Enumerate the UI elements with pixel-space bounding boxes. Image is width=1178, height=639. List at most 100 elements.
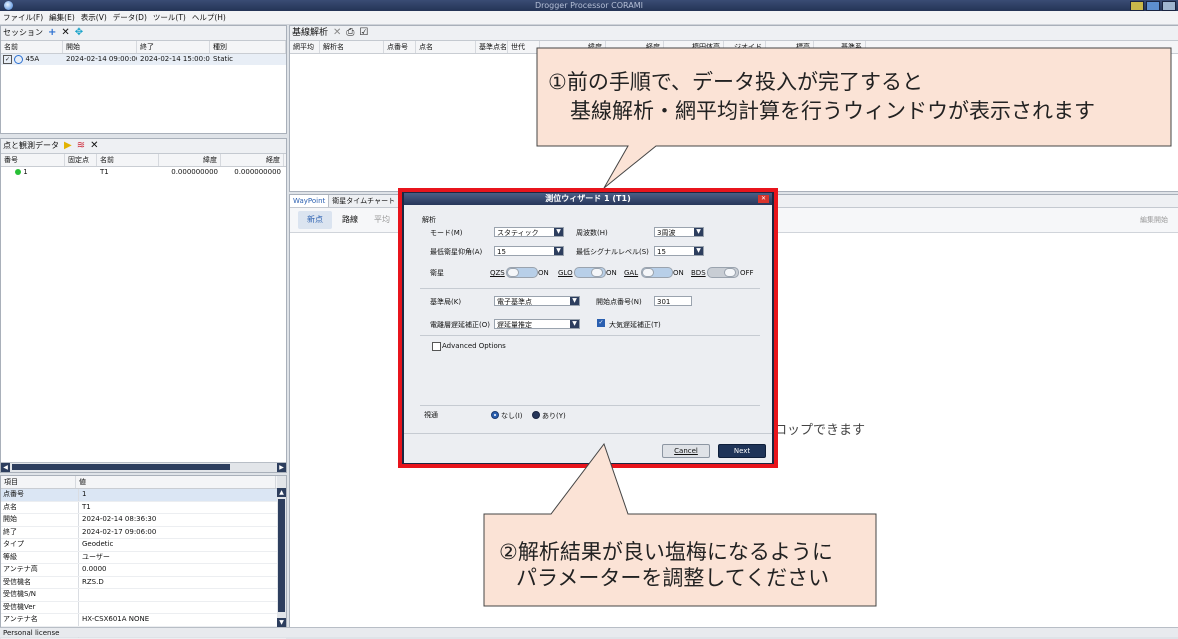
col-start[interactable]: 開始 [63,41,137,53]
maximize-icon[interactable] [1146,1,1160,11]
tab-waypoint[interactable]: WayPoint [290,195,329,207]
point-number: 1 [23,168,27,176]
col-value[interactable]: 値 [76,476,276,488]
frequency-select[interactable]: 3周波▼ [654,227,704,237]
property-row[interactable]: タイプGeodetic [1,539,286,552]
subtab-new[interactable]: 新点 [298,211,332,229]
property-row[interactable]: 点番号1 [1,489,286,502]
property-row[interactable]: 終了2024-02-17 09:06:00 [1,527,286,540]
ionosphere-select[interactable]: 遅延量推定▼ [494,319,580,329]
menu-tools[interactable]: ツール(T) [150,11,189,24]
col-lon[interactable]: 経度 [221,154,284,166]
property-row[interactable]: 点名T1 [1,502,286,515]
sat-qzs-toggle[interactable] [506,267,538,278]
frequency-label: 周波数(H) [576,228,608,238]
property-value: 2024-02-17 09:06:00 [79,527,156,539]
scroll-thumb[interactable] [12,464,230,470]
edit-start-button[interactable]: 編集開始 [1140,211,1168,229]
menu-edit[interactable]: 編集(E) [46,11,78,24]
delete-point-icon[interactable]: ✕ [90,141,98,151]
horizontal-scrollbar[interactable]: ◀ ▶ [1,462,286,472]
frequency-value: 3周波 [657,229,675,237]
menu-help[interactable]: ヘルプ(H) [189,11,229,24]
callout-one-line2: 基線解析・網平均計算を行うウィンドウが表示されます [570,95,1095,125]
vertical-scrollbar[interactable]: ▲ ▼ [277,476,286,627]
print-icon[interactable]: ⎙ [346,28,354,38]
property-row[interactable]: 等級ユーザー [1,552,286,565]
property-value: T1 [79,502,91,514]
ionosphere-value: 遅延量推定 [497,321,532,329]
divider [420,288,760,289]
menu-bar: ファイル(F) 編集(E) 表示(V) データ(D) ツール(T) ヘルプ(H) [0,11,1178,25]
advanced-options-checkbox[interactable] [432,342,441,351]
sat-glo-toggle[interactable] [574,267,606,278]
mode-select[interactable]: スタティック▼ [494,227,564,237]
points-panel: 点と観測データ ▶ ≋ ✕ 番号 固定点 名前 緯度 経度 1 T1 0.000… [0,138,287,473]
chevron-down-icon: ▼ [570,297,579,305]
troposphere-checkbox[interactable]: ✓ [597,319,605,327]
scroll-up-icon[interactable]: ▲ [277,488,286,497]
radio-yes[interactable] [532,411,540,419]
col-lat[interactable]: 緯度 [159,154,221,166]
col-name[interactable]: 名前 [1,41,63,53]
elevation-value: 15 [497,248,506,256]
subtab-route[interactable]: 路線 [338,211,362,229]
points-header: 点と観測データ ▶ ≋ ✕ [1,139,286,154]
session-column-header: 名前 開始 終了 種別 [1,41,286,54]
col-number[interactable]: 番号 [1,154,65,166]
radio-yes-label: あり(Y) [542,411,566,421]
col-point-name2[interactable]: 点名 [416,41,476,53]
dialog-close-icon[interactable]: ✕ [758,195,769,203]
export-icon[interactable]: ☑ [359,28,368,38]
col-base-point[interactable]: 基準点名 [476,41,508,53]
property-value: ユーザー [79,552,110,564]
elevation-select[interactable]: 15▼ [494,246,564,256]
delete-icon[interactable]: ✕ [61,28,69,38]
status-bar: Personal license [0,627,1178,637]
radio-none[interactable] [491,411,499,419]
add-icon[interactable]: + [48,28,56,38]
close-icon[interactable] [1162,1,1176,11]
sat-bds-toggle[interactable] [707,267,739,278]
menu-file[interactable]: ファイル(F) [0,11,46,24]
col-item[interactable]: 項目 [1,476,76,488]
vscroll-thumb[interactable] [278,499,285,612]
col-point-number[interactable]: 点番号 [384,41,416,53]
col-end[interactable]: 終了 [137,41,210,53]
analyze-icon[interactable]: ≋ [77,141,85,151]
callout-one-line1: ①前の手順で、データ投入が完了すると [548,66,923,96]
property-row[interactable]: アンテナ名HX-CSX601A NONE [1,614,286,627]
close-baseline-icon[interactable]: ✕ [333,28,341,38]
property-row[interactable]: 開始2024-02-14 08:36:30 [1,514,286,527]
property-key: 開始 [1,514,79,526]
scroll-down-icon[interactable]: ▼ [277,618,286,627]
session-row[interactable]: ✓ 45A 2024-02-14 09:00:00 2024-02-14 15:… [1,54,286,65]
menu-view[interactable]: 表示(V) [78,11,110,24]
property-row[interactable]: 受信機S/N [1,589,286,602]
subtab-average[interactable]: 平均 [370,211,394,229]
col-net-adjust[interactable]: 網平均 [290,41,320,53]
property-row[interactable]: 受信機Ver [1,602,286,615]
window-controls [1130,1,1176,11]
col-fixed[interactable]: 固定点 [65,154,97,166]
scroll-right-icon[interactable]: ▶ [277,463,286,472]
property-row[interactable]: 受信機名RZS.D [1,577,286,590]
col-type[interactable]: 種別 [210,41,286,53]
base-station-select[interactable]: 電子基準点▼ [494,296,580,306]
point-row[interactable]: 1 T1 0.000000000 0.000000000 [1,167,286,178]
col-point-name[interactable]: 名前 [97,154,159,166]
tab-satellite-chart[interactable]: 衛星タイムチャート [329,195,399,207]
satellite-label: 衛星 [430,268,444,278]
sat-gal-toggle[interactable] [641,267,673,278]
property-row[interactable]: アンテナ高0.0000 [1,564,286,577]
start-number-input[interactable]: 301 [654,296,692,306]
dialog-title: 測位ウィザード 1 (T1) [404,193,772,205]
move-icon[interactable]: ✥ [75,28,83,38]
col-analysis-name[interactable]: 解析名 [320,41,384,53]
checkbox-icon[interactable]: ✓ [3,55,12,64]
menu-data[interactable]: データ(D) [110,11,150,24]
scroll-left-icon[interactable]: ◀ [1,463,10,472]
minimize-icon[interactable] [1130,1,1144,11]
play-icon[interactable]: ▶ [64,141,72,151]
signal-level-select[interactable]: 15▼ [654,246,704,256]
